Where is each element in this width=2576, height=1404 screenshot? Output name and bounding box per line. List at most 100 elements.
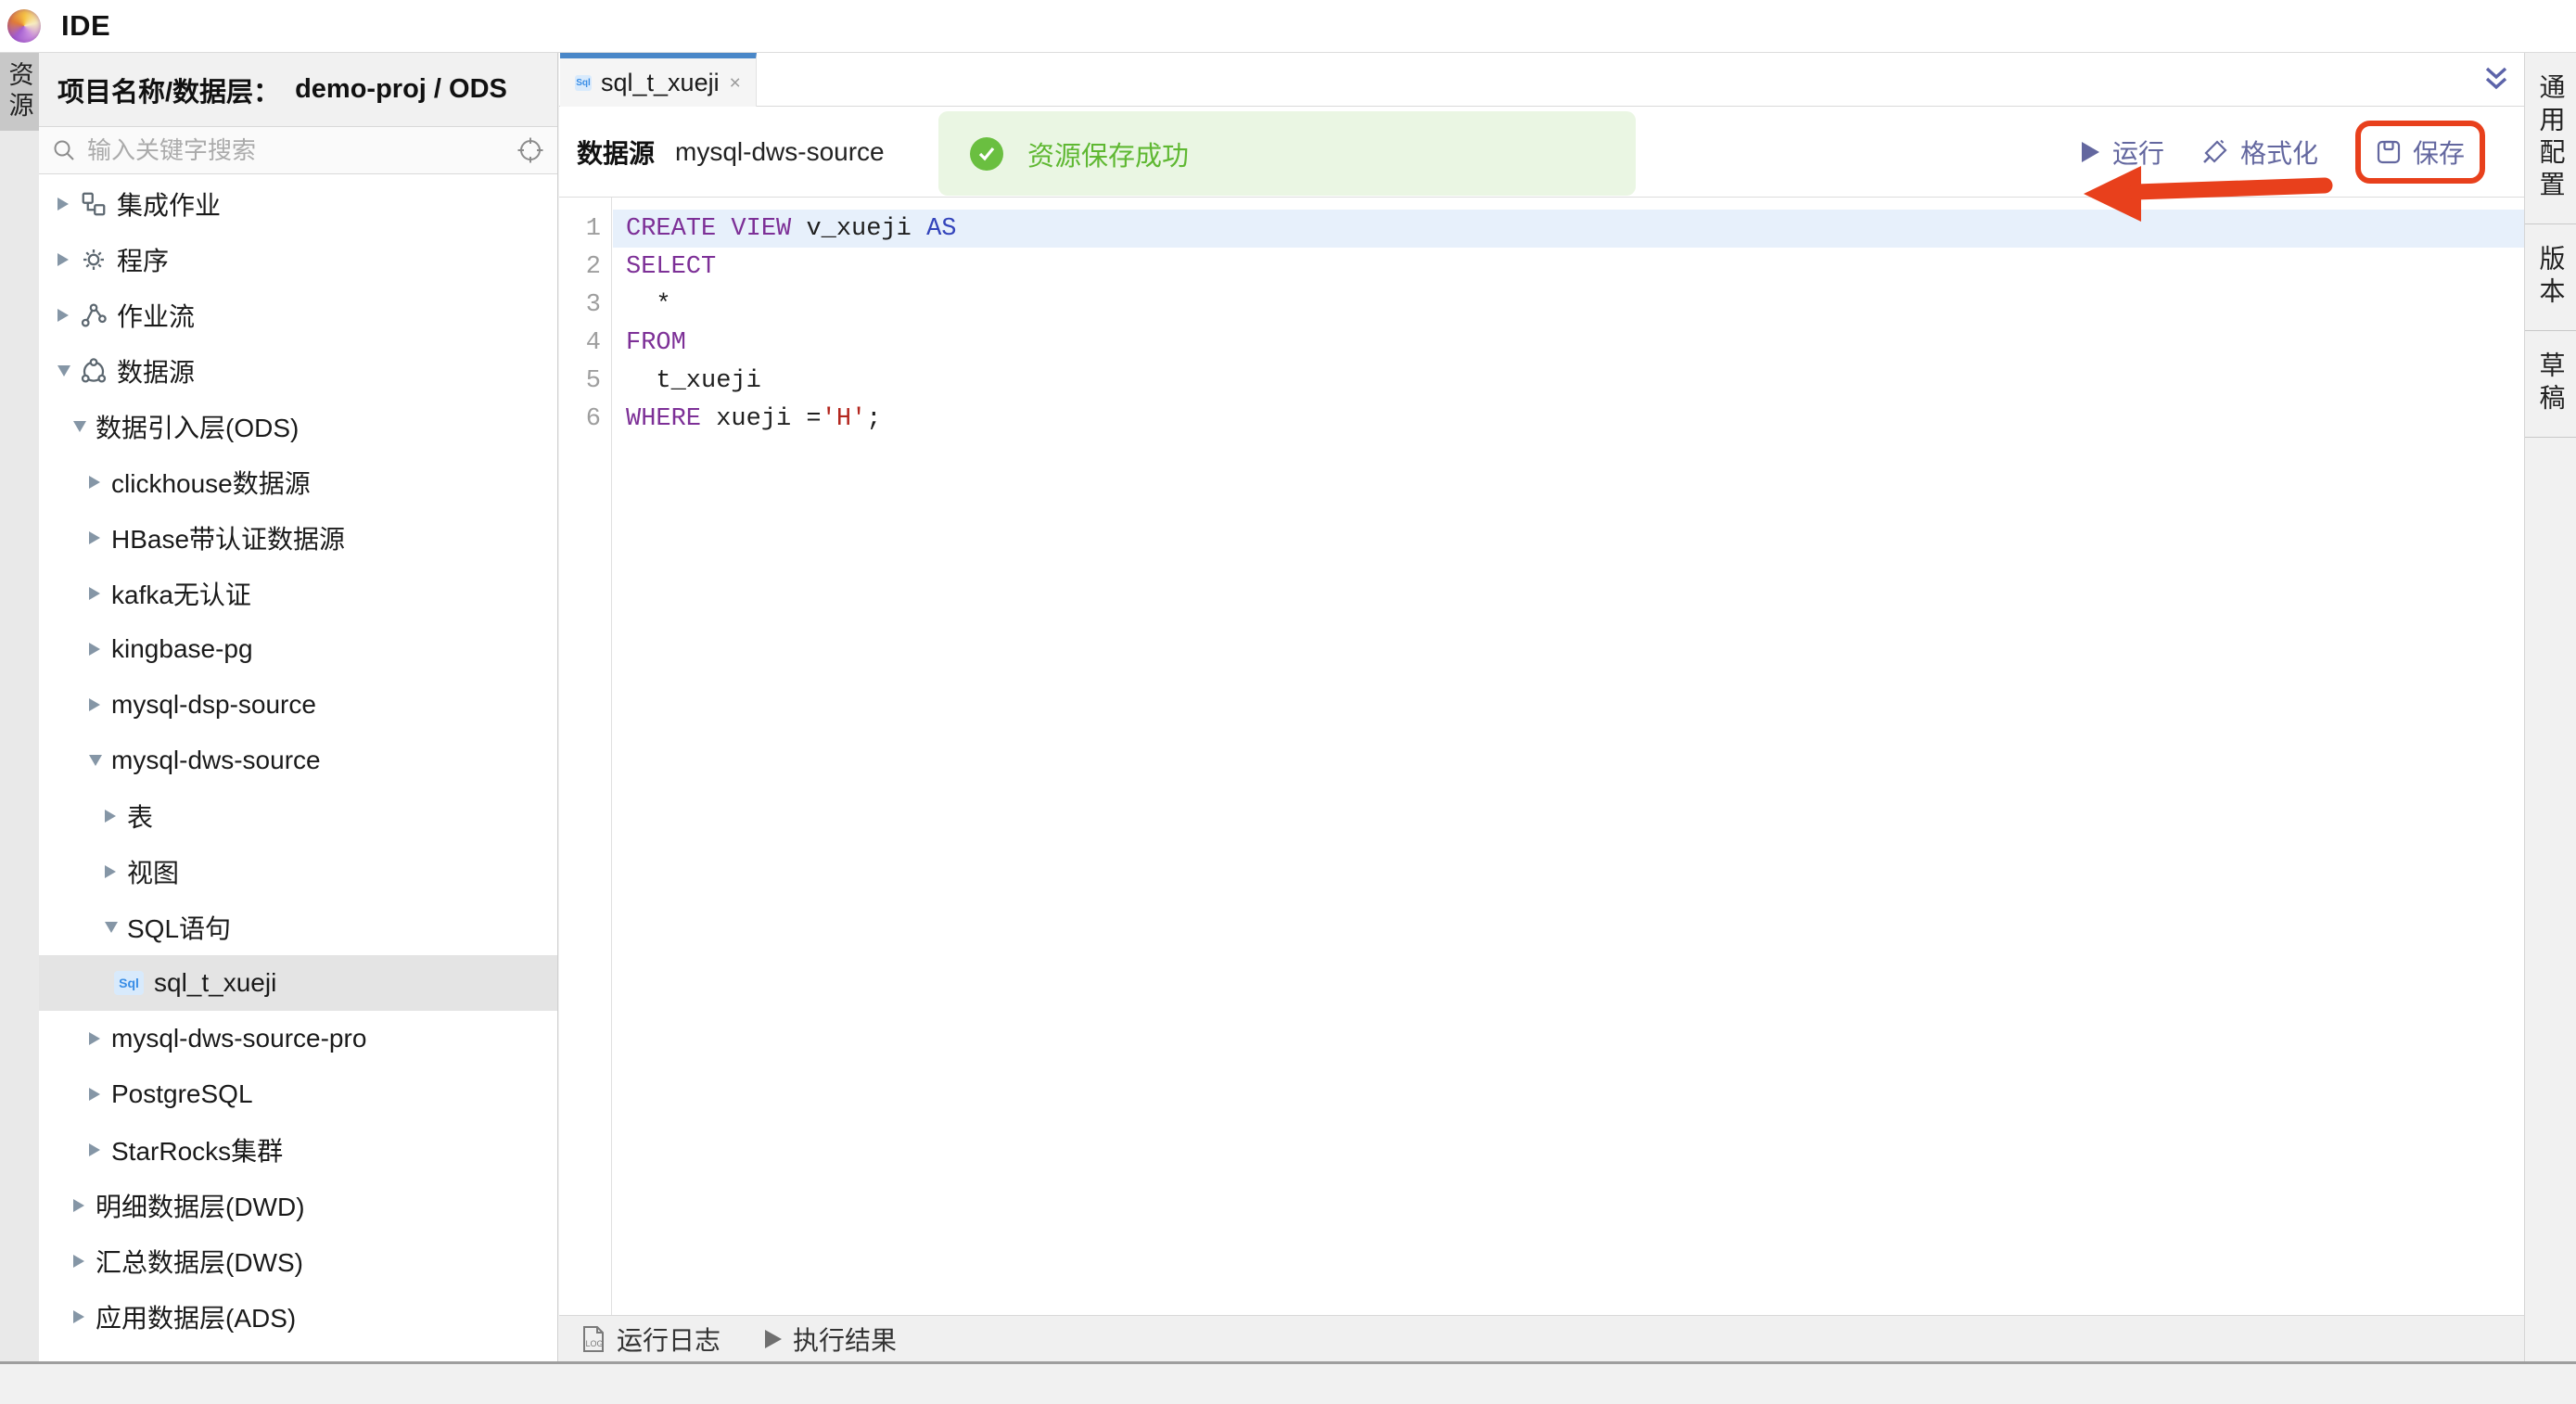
chevron-right-icon[interactable] — [73, 1199, 84, 1212]
check-circle-icon — [970, 137, 1003, 171]
tab-version[interactable]: 版本 — [2525, 224, 2576, 331]
datasource-label: 数据源 — [577, 134, 655, 171]
project-header: 项目名称/数据层： demo-proj / ODS — [39, 53, 557, 127]
chevron-right-icon[interactable] — [57, 309, 69, 322]
tab-general-config[interactable]: 通用配置 — [2525, 53, 2576, 224]
project-header-label: 项目名称/数据层： — [57, 70, 280, 109]
tab-sql-t-xueji[interactable]: Sql sql_t_xueji — [560, 53, 757, 107]
tree-item-dwd-layer[interactable]: 明细数据层(DWD) — [39, 1178, 557, 1233]
code-line: 1 CREATE VIEW v_xueji AS — [559, 210, 2524, 248]
tree-item-mysql-dsp-source[interactable]: mysql-dsp-source — [39, 677, 557, 733]
tree-item-mysql-dws-source-pro[interactable]: mysql-dws-source-pro — [39, 1011, 557, 1066]
code-content: 1 CREATE VIEW v_xueji AS 2 SELECT 3 * 4 … — [559, 210, 2524, 438]
window-bottom-edge — [0, 1361, 2576, 1364]
svg-text:LOG: LOG — [586, 1339, 604, 1348]
chevron-right-icon[interactable] — [89, 587, 100, 600]
tree-item-workflows[interactable]: 作业流 — [39, 287, 557, 343]
chevron-right-icon[interactable] — [73, 1310, 84, 1323]
tree-item-sql-statements[interactable]: SQL语句 — [39, 900, 557, 955]
chevron-right-icon[interactable] — [105, 865, 116, 878]
code-line: 3 * — [559, 286, 2524, 324]
chevron-right-icon[interactable] — [89, 531, 100, 544]
chevron-right-icon[interactable] — [89, 1088, 100, 1101]
locate-icon[interactable] — [516, 136, 544, 164]
tree-item-integration-jobs[interactable]: 集成作业 — [39, 176, 557, 232]
chevron-right-icon[interactable] — [105, 810, 116, 823]
resource-panel: 项目名称/数据层： demo-proj / ODS — [39, 53, 558, 1361]
double-chevron-down-icon[interactable] — [2483, 65, 2509, 95]
tree-item-ads-layer[interactable]: 应用数据层(ADS) — [39, 1289, 557, 1345]
left-activity-strip: 资源 — [0, 53, 39, 1361]
code-line: 6 WHERE xueji ='H'; — [559, 400, 2524, 438]
tree-item-datasources[interactable]: 数据源 — [39, 343, 557, 399]
workflow-icon — [80, 301, 108, 329]
chevron-down-icon[interactable] — [89, 755, 102, 766]
app-logo — [7, 9, 41, 43]
line-number: 6 — [559, 405, 612, 433]
sidebar-tab-resources[interactable]: 资源 — [0, 53, 39, 131]
code-line: 5 t_xueji — [559, 362, 2524, 400]
tree-item-mysql-dws-source[interactable]: mysql-dws-source — [39, 733, 557, 788]
tab-label: sql_t_xueji — [601, 69, 720, 97]
run-log-tab[interactable]: LOG 运行日志 — [580, 1321, 721, 1358]
search-icon — [52, 138, 76, 162]
close-icon[interactable] — [729, 75, 741, 90]
save-icon — [2376, 139, 2402, 165]
tree-item-hbase[interactable]: HBase带认证数据源 — [39, 510, 557, 566]
tab-draft[interactable]: 草稿 — [2525, 331, 2576, 438]
bottom-panel-bar: LOG 运行日志 执行结果 — [559, 1315, 2524, 1361]
format-button[interactable]: 格式化 — [2201, 134, 2318, 171]
chevron-right-icon[interactable] — [57, 198, 69, 211]
exec-result-tab[interactable]: 执行结果 — [763, 1321, 897, 1358]
top-app-bar: IDE — [0, 0, 2576, 53]
tree-item-postgresql[interactable]: PostgreSQL — [39, 1066, 557, 1122]
log-file-icon: LOG — [580, 1324, 607, 1354]
chevron-right-icon[interactable] — [89, 476, 100, 489]
format-brush-icon — [2201, 138, 2229, 166]
code-line: 2 SELECT — [559, 248, 2524, 286]
play-icon — [763, 1328, 784, 1350]
code-line: 4 FROM — [559, 324, 2524, 362]
toolbar-actions: 运行 格式化 保存 — [2079, 107, 2485, 197]
line-number: 1 — [559, 215, 612, 243]
line-number: 2 — [559, 253, 612, 281]
tree-item-ods-layer[interactable]: 数据引入层(ODS) — [39, 399, 557, 454]
tree-item-tables[interactable]: 表 — [39, 788, 557, 844]
chevron-down-icon[interactable] — [105, 922, 118, 933]
tree-item-clickhouse[interactable]: clickhouse数据源 — [39, 454, 557, 510]
chevron-right-icon[interactable] — [57, 253, 69, 266]
run-button[interactable]: 运行 — [2079, 134, 2164, 171]
ide-screen: IDE 资源 项目名称/数据层： demo-proj / ODS — [0, 0, 2576, 1404]
annotation-save-highlight-box: 保存 — [2355, 121, 2485, 184]
save-button[interactable]: 保存 — [2376, 134, 2465, 171]
sql-file-icon: Sql — [114, 971, 144, 995]
chevron-down-icon[interactable] — [57, 365, 70, 377]
save-success-toast: 资源保存成功 — [938, 111, 1636, 196]
datasource-icon — [80, 357, 108, 385]
code-editor[interactable]: 1 CREATE VIEW v_xueji AS 2 SELECT 3 * 4 … — [559, 197, 2524, 1315]
search-input[interactable] — [87, 136, 516, 165]
sql-file-icon: Sql — [575, 75, 592, 91]
chevron-right-icon[interactable] — [89, 698, 100, 711]
tree-item-views[interactable]: 视图 — [39, 844, 557, 900]
editor-area: Sql sql_t_xueji 数据源 mysql-dws-source — [559, 53, 2524, 1361]
tree-item-kafka[interactable]: kafka无认证 — [39, 566, 557, 621]
project-header-value: demo-proj / ODS — [295, 74, 507, 105]
gear-icon — [80, 246, 108, 274]
tree-item-kingbase-pg[interactable]: kingbase-pg — [39, 621, 557, 677]
resource-tree: 集成作业 程序 作业流 — [39, 174, 557, 1361]
integration-job-icon — [80, 190, 108, 218]
tree-item-sql-t-xueji[interactable]: Sql sql_t_xueji — [39, 955, 557, 1011]
chevron-right-icon[interactable] — [89, 643, 100, 656]
chevron-right-icon[interactable] — [73, 1255, 84, 1268]
tree-item-programs[interactable]: 程序 — [39, 232, 557, 287]
line-number: 4 — [559, 329, 612, 357]
chevron-right-icon[interactable] — [89, 1032, 100, 1045]
chevron-right-icon[interactable] — [89, 1143, 100, 1156]
toast-message: 资源保存成功 — [1027, 134, 1189, 173]
chevron-down-icon[interactable] — [73, 421, 86, 432]
play-icon — [2079, 140, 2101, 164]
tree-item-starrocks[interactable]: StarRocks集群 — [39, 1122, 557, 1178]
tree-item-dws-layer[interactable]: 汇总数据层(DWS) — [39, 1233, 557, 1289]
line-number: 5 — [559, 367, 612, 395]
